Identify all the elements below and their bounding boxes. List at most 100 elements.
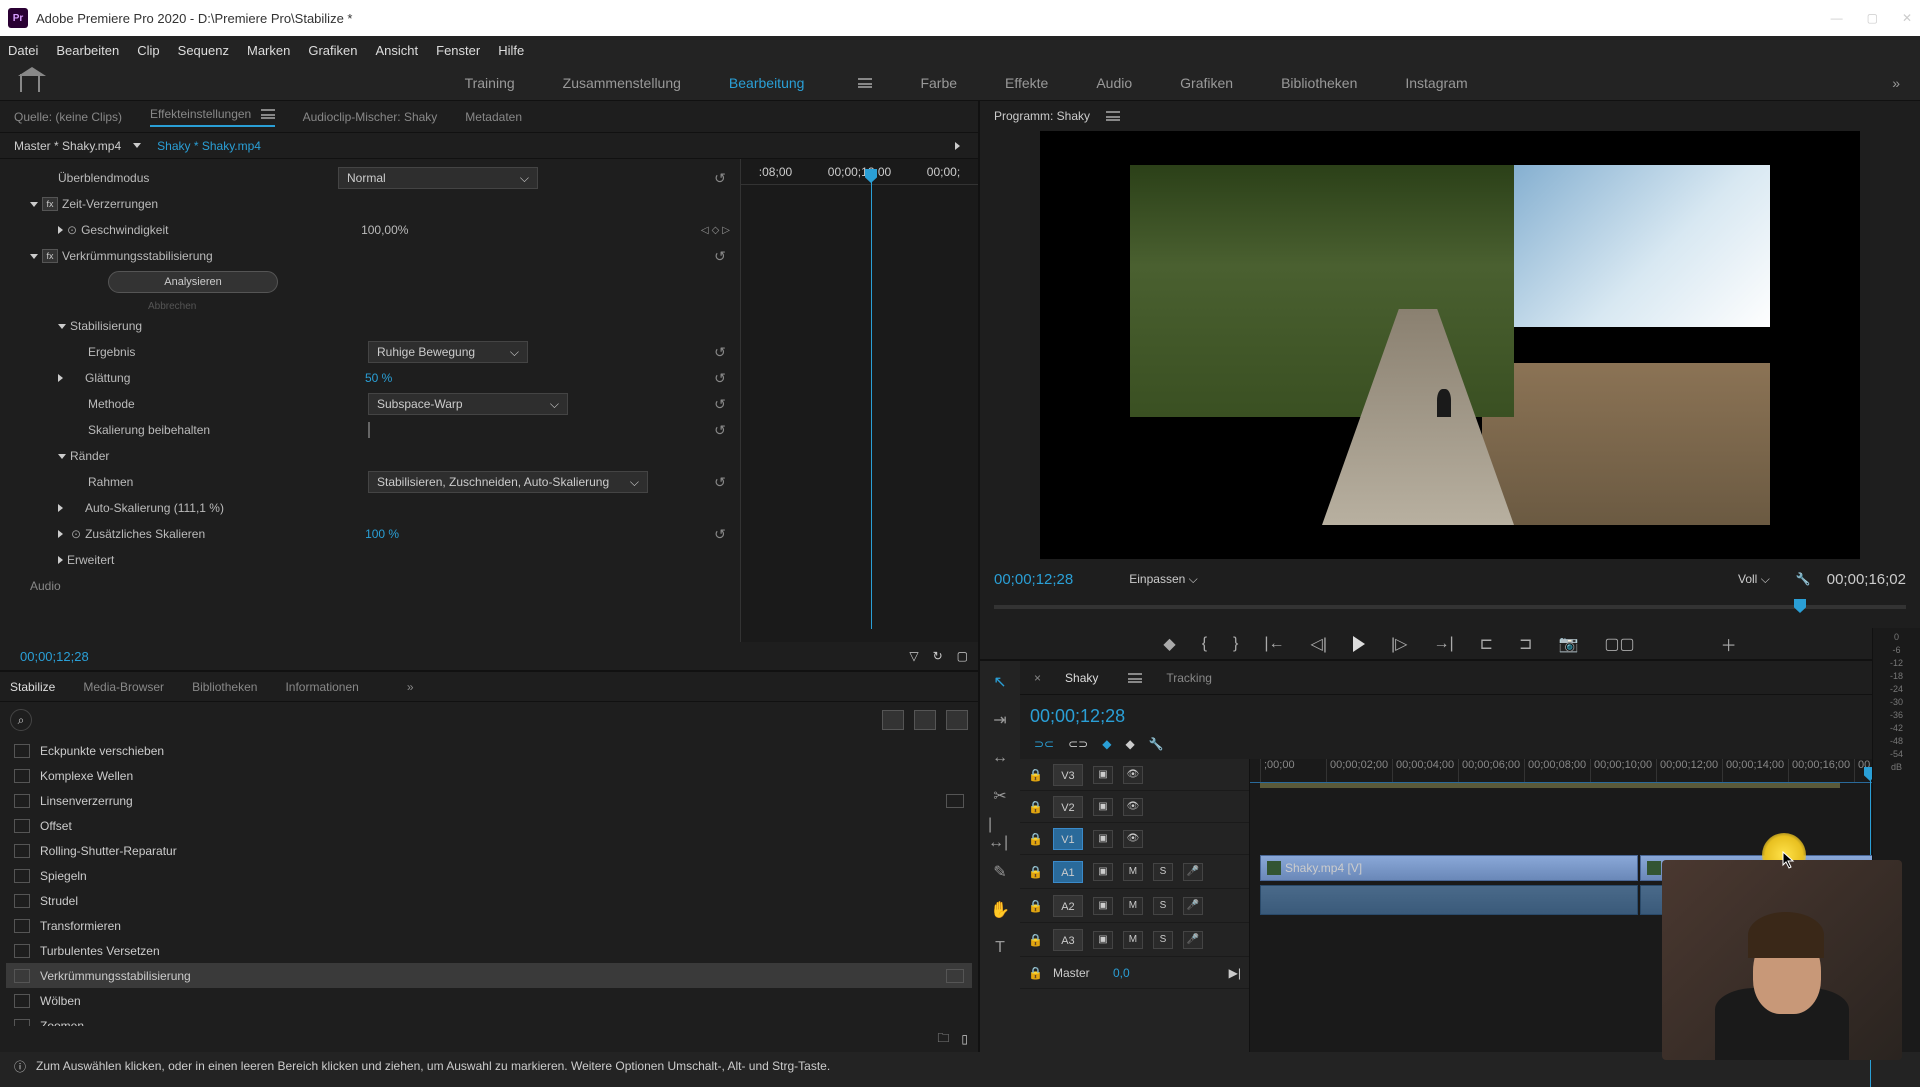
solo-button[interactable]: S [1153,931,1173,949]
menu-grafiken[interactable]: Grafiken [308,43,357,58]
workspace-grafiken[interactable]: Grafiken [1180,75,1233,91]
pen-tool-icon[interactable]: ✎ [988,861,1012,883]
linked-selection-icon[interactable]: ⊂⊃ [1068,737,1088,751]
mute-icon[interactable]: ▣ [1093,897,1113,915]
snap-icon[interactable]: ⊃⊂ [1034,737,1054,751]
mute-icon[interactable]: ▣ [1093,863,1113,881]
solo-button[interactable]: S [1153,863,1173,881]
filter-icon[interactable]: ▽ [909,649,918,663]
add-keyframe-icon[interactable]: ◇ [712,225,720,236]
hand-tool-icon[interactable]: ✋ [988,899,1012,921]
list-item[interactable]: Zoomen [6,1013,972,1026]
mark-in-button[interactable]: { [1202,635,1207,653]
home-icon[interactable] [20,74,40,92]
blend-dropdown[interactable]: Normal⌵ [338,167,538,189]
trash-icon[interactable]: ▯ [961,1032,968,1046]
reset-icon[interactable]: ↺ [710,422,730,439]
track-v3[interactable]: V3 [1053,764,1083,786]
lock-icon[interactable]: 🔒 [1028,933,1043,947]
program-viewport[interactable] [1040,131,1860,559]
toggle-sync-icon[interactable]: 👁 [1123,798,1143,816]
export-frame-icon[interactable]: 📷 [1558,634,1578,654]
master-clip-name[interactable]: Master * Shaky.mp4 [14,139,121,153]
list-item[interactable]: Rolling-Shutter-Reparatur [6,838,972,863]
reset-icon[interactable]: ↺ [710,370,730,387]
reset-icon[interactable]: ↺ [710,526,730,543]
list-item[interactable]: Verkrümmungsstabilisierung [6,963,972,988]
workspace-bearbeitung[interactable]: Bearbeitung [729,75,805,91]
selection-tool-icon[interactable]: ↖ [988,671,1012,693]
lock-icon[interactable]: 🔒 [1028,800,1043,814]
workspace-effekte[interactable]: Effekte [1005,75,1048,91]
mark-out-button[interactable]: } [1233,635,1238,653]
voice-record-icon[interactable]: 🎤 [1183,863,1203,881]
speed-value[interactable]: 100,00% [361,223,701,237]
current-clip-name[interactable]: Shaky * Shaky.mp4 [157,139,261,153]
collapse-icon[interactable] [58,454,66,459]
list-item[interactable]: Transformieren [6,913,972,938]
preset-btn-1[interactable] [882,710,904,730]
tab-effekteinstellungen[interactable]: Effekteinstellungen [150,107,275,127]
mute-button[interactable]: M [1123,931,1143,949]
list-item[interactable]: Eckpunkte verschieben [6,738,972,763]
next-keyframe-icon[interactable]: ▷ [722,225,730,236]
workspace-zusammenstellung[interactable]: Zusammenstellung [563,75,681,91]
menu-bearbeiten[interactable]: Bearbeiten [56,43,119,58]
panel-menu-icon[interactable] [261,109,275,119]
timeline-timecode[interactable]: 00;00;12;28 [1030,706,1125,727]
toggle-output-icon[interactable]: ▣ [1093,766,1113,784]
menu-ansicht[interactable]: Ansicht [375,43,418,58]
tab-media-browser[interactable]: Media-Browser [83,680,164,694]
tab-audioclip-mischer[interactable]: Audioclip-Mischer: Shaky [303,110,438,124]
go-to-in-icon[interactable]: |← [1264,635,1284,653]
mute-button[interactable]: M [1123,863,1143,881]
toggle-sync-icon[interactable]: 👁 [1123,766,1143,784]
mark-in-icon[interactable]: ◆ [1163,634,1175,654]
step-forward-icon[interactable]: |▷ [1391,634,1407,654]
toggle-sync-icon[interactable]: 👁 [1123,830,1143,848]
type-tool-icon[interactable]: T [988,937,1012,959]
sequence-tab-shaky[interactable]: Shaky [1065,671,1098,685]
tab-stabilize[interactable]: Stabilize [10,680,55,694]
list-item[interactable]: Strudel [6,888,972,913]
voice-record-icon[interactable]: 🎤 [1183,897,1203,915]
effect-timecode[interactable]: 00;00;12;28 [10,645,99,668]
workspace-training[interactable]: Training [465,75,515,91]
workspace-instagram[interactable]: Instagram [1405,75,1467,91]
sequence-tab-tracking[interactable]: Tracking [1166,671,1212,685]
extract-icon[interactable]: ⊐ [1519,634,1532,654]
workspace-bibliotheken[interactable]: Bibliotheken [1281,75,1357,91]
reset-icon[interactable]: ↺ [710,396,730,413]
track-v2[interactable]: V2 [1053,796,1083,818]
fx-badge[interactable]: fx [42,197,58,211]
wrench-icon[interactable]: 🔧 [1796,572,1811,586]
expand-icon[interactable] [58,226,63,234]
preset-btn-3[interactable] [946,710,968,730]
track-a2[interactable]: A2 [1053,895,1083,917]
tabs-overflow-icon[interactable]: » [407,680,414,694]
menu-marken[interactable]: Marken [247,43,290,58]
solo-button[interactable]: S [1153,897,1173,915]
collapse-icon[interactable] [30,254,38,259]
tab-informationen[interactable]: Informationen [285,680,358,694]
reset-icon[interactable]: ↺ [710,344,730,361]
lock-icon[interactable]: 🔒 [1028,865,1043,879]
prev-keyframe-icon[interactable]: ◁ [701,225,709,236]
menu-clip[interactable]: Clip [137,43,159,58]
reset-icon[interactable]: ↺ [710,248,730,265]
track-v1[interactable]: V1 [1053,828,1083,850]
fx-badge[interactable]: fx [42,249,58,263]
close-sequence-icon[interactable]: × [1034,671,1041,685]
play-button[interactable] [1353,636,1365,652]
scrubber-handle[interactable] [1794,599,1806,613]
list-item[interactable]: Komplexe Wellen [6,763,972,788]
program-scrubber[interactable] [994,597,1906,617]
track-a3[interactable]: A3 [1053,929,1083,951]
smooth-value[interactable]: 50 % [365,371,710,385]
tab-metadaten[interactable]: Metadaten [465,110,522,124]
quality-dropdown[interactable]: Voll ⌵ [1738,572,1770,587]
video-clip-1[interactable]: Shaky.mp4 [V] [1260,855,1638,881]
zoom-fit-dropdown[interactable]: Einpassen ⌵ [1129,572,1197,587]
time-ruler[interactable]: ;00;0000;00;02;0000;00;04;0000;00;06;000… [1250,759,1920,783]
toggle-output-icon[interactable]: ▣ [1093,798,1113,816]
